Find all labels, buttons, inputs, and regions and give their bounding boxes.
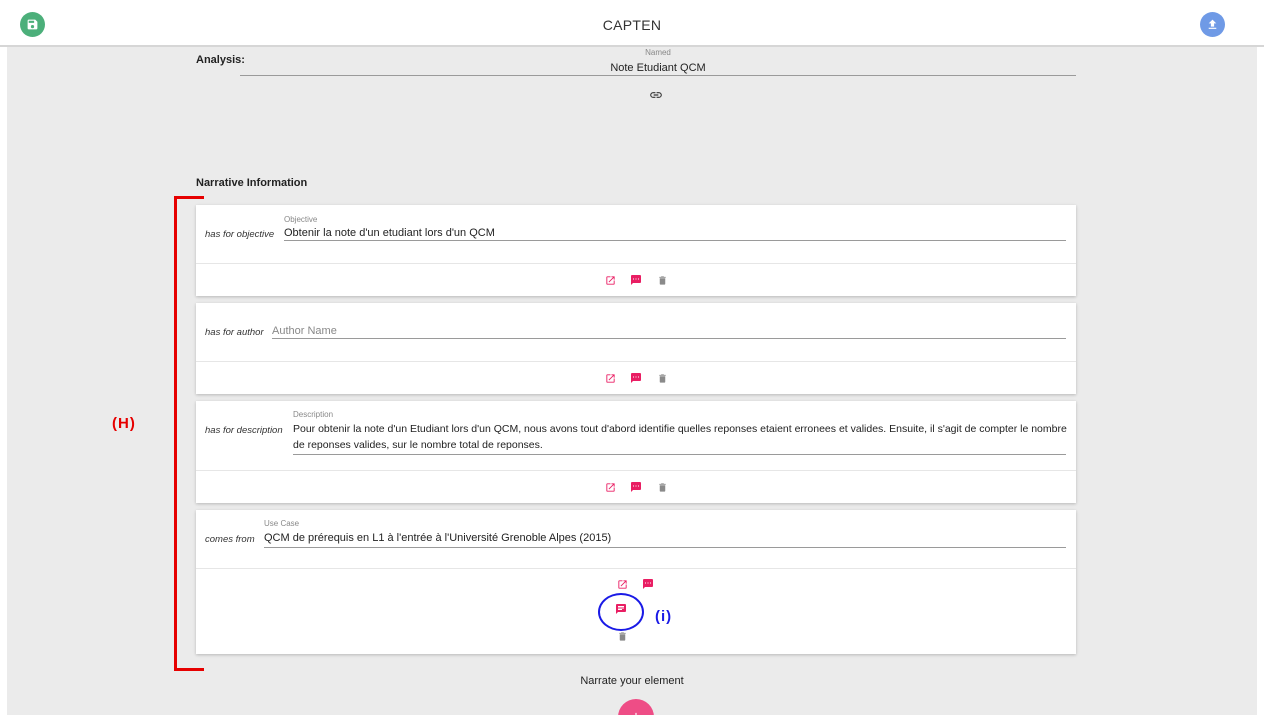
card-actions [196,263,1076,296]
description-line-2: de reponses valides, sur le nombre total… [293,439,543,451]
predicate-label: has for objective [205,229,275,240]
narrative-card-objective: Objective has for objective Obtenir la n… [196,205,1076,296]
field-caption: Use Case [264,519,300,528]
narrative-heading: Narrative Information [196,177,308,189]
plus-icon [635,712,637,715]
predicate-label: has for author [205,327,264,338]
description-line-1: Pour obtenir la note d'un Etudiant lors … [293,423,1067,435]
annotation-label-i: (i) [655,608,673,625]
comment-icon[interactable] [630,274,642,286]
card-actions [196,470,1076,503]
narrate-label: Narrate your element [580,675,684,687]
field-underline [264,547,1066,548]
use-case-field[interactable]: QCM de prérequis en L1 à l'entrée à l'Un… [264,530,611,546]
edit-icon[interactable] [616,578,628,590]
comment-icon[interactable] [630,481,642,493]
link-icon[interactable] [649,88,663,102]
narrative-card-description: Description has for description Pour obt… [196,401,1076,503]
card-actions [196,361,1076,394]
objective-field[interactable]: Obtenir la note d'un etudiant lors d'un … [284,225,495,241]
edit-icon[interactable] [604,274,616,286]
author-name-field[interactable]: Author Name [272,323,337,339]
upload-icon [1208,19,1217,29]
trash-icon[interactable] [656,372,668,384]
app-title: CAPTEN [602,17,662,33]
trash-icon[interactable] [616,630,628,642]
named-caption: Named [645,48,671,57]
field-underline [284,240,1066,241]
description-field[interactable]: Pour obtenir la note d'un Etudiant lors … [293,421,1068,453]
field-underline [293,454,1066,455]
field-caption: Description [293,410,334,419]
annotation-label-h: (H) [112,415,136,432]
edit-icon[interactable] [604,481,616,493]
annotation-circle [598,593,644,631]
field-underline [272,338,1066,339]
analysis-label: Analysis: [196,54,245,66]
predicate-label: comes from [205,534,255,545]
comment-icon[interactable] [630,372,642,384]
predicate-label: has for description [205,425,283,436]
trash-icon[interactable] [656,481,668,493]
narrative-card-author: has for author Author Name [196,303,1076,394]
analysis-name-field[interactable]: Named Note Etudiant QCM [240,48,1076,76]
upload-button[interactable] [1200,12,1225,37]
trash-icon[interactable] [656,274,668,286]
comment-icon[interactable] [642,578,654,590]
top-app-bar: CAPTEN [0,0,1264,47]
analysis-name-value: Note Etudiant QCM [610,62,706,74]
edit-icon[interactable] [604,372,616,384]
field-caption: Objective [284,215,318,224]
narrative-card-use-case: Use Case comes from QCM de prérequis en … [196,510,1076,654]
